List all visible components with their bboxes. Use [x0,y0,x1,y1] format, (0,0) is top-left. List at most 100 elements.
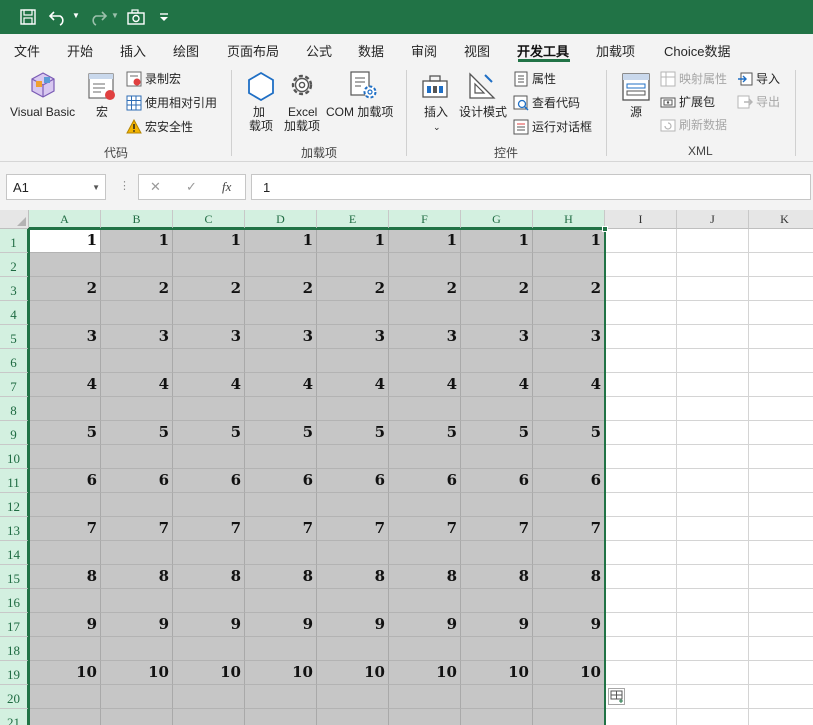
cell-c5[interactable]: 3 [173,325,245,349]
cell-j17[interactable] [677,613,749,637]
cell-a10[interactable] [29,445,101,469]
column-header-k[interactable]: K [749,210,813,229]
customize-toolbar-icon[interactable] [152,5,176,29]
row-header-12[interactable]: 12 [0,493,29,517]
cell-g6[interactable] [461,349,533,373]
cell-k11[interactable] [749,469,813,493]
cell-j7[interactable] [677,373,749,397]
row-header-1[interactable]: 1 [0,229,29,253]
cell-a14[interactable] [29,541,101,565]
cell-f13[interactable]: 7 [389,517,461,541]
cell-f16[interactable] [389,589,461,613]
cell-i1[interactable] [605,229,677,253]
tab-draw[interactable]: 绘图 [173,41,199,60]
cell-j4[interactable] [677,301,749,325]
column-header-d[interactable]: D [245,210,317,229]
cell-d11[interactable]: 6 [245,469,317,493]
cell-h5[interactable]: 3 [533,325,605,349]
cell-h20[interactable] [533,685,605,709]
cell-i2[interactable] [605,253,677,277]
row-header-17[interactable]: 17 [0,613,29,637]
more-options-icon[interactable]: ⋮ [119,179,130,192]
row-header-13[interactable]: 13 [0,517,29,541]
cell-e17[interactable]: 9 [317,613,389,637]
cell-h21[interactable] [533,709,605,725]
cell-g16[interactable] [461,589,533,613]
cell-f20[interactable] [389,685,461,709]
cell-d10[interactable] [245,445,317,469]
tab-view[interactable]: 视图 [464,41,490,60]
cell-h16[interactable] [533,589,605,613]
cell-e1[interactable]: 1 [317,229,389,253]
cell-a6[interactable] [29,349,101,373]
cell-f18[interactable] [389,637,461,661]
cell-k4[interactable] [749,301,813,325]
cell-j16[interactable] [677,589,749,613]
cell-a7[interactable]: 4 [29,373,101,397]
cell-f3[interactable]: 2 [389,277,461,301]
row-header-11[interactable]: 11 [0,469,29,493]
cell-f11[interactable]: 6 [389,469,461,493]
cell-e11[interactable]: 6 [317,469,389,493]
cell-c12[interactable] [173,493,245,517]
cell-a19[interactable]: 10 [29,661,101,685]
cell-g21[interactable] [461,709,533,725]
cell-i6[interactable] [605,349,677,373]
column-header-i[interactable]: I [605,210,677,229]
cell-f2[interactable] [389,253,461,277]
tab-page-layout[interactable]: 页面布局 [227,41,279,60]
cell-h10[interactable] [533,445,605,469]
cell-k17[interactable] [749,613,813,637]
cell-b4[interactable] [101,301,173,325]
cell-h1[interactable]: 1 [533,229,605,253]
cell-k6[interactable] [749,349,813,373]
cell-e19[interactable]: 10 [317,661,389,685]
cell-c14[interactable] [173,541,245,565]
cell-g12[interactable] [461,493,533,517]
cell-a21[interactable] [29,709,101,725]
cell-a16[interactable] [29,589,101,613]
cell-g9[interactable]: 5 [461,421,533,445]
cell-a13[interactable]: 7 [29,517,101,541]
cell-k15[interactable] [749,565,813,589]
cell-k12[interactable] [749,493,813,517]
cell-a2[interactable] [29,253,101,277]
cell-d2[interactable] [245,253,317,277]
cell-k10[interactable] [749,445,813,469]
cell-a9[interactable]: 5 [29,421,101,445]
cell-j15[interactable] [677,565,749,589]
cell-f21[interactable] [389,709,461,725]
cell-c17[interactable]: 9 [173,613,245,637]
cell-f19[interactable]: 10 [389,661,461,685]
cell-j3[interactable] [677,277,749,301]
row-header-19[interactable]: 19 [0,661,29,685]
cell-k5[interactable] [749,325,813,349]
cell-i5[interactable] [605,325,677,349]
row-header-4[interactable]: 4 [0,301,29,325]
cell-b20[interactable] [101,685,173,709]
cell-c16[interactable] [173,589,245,613]
cell-b8[interactable] [101,397,173,421]
cell-i11[interactable] [605,469,677,493]
cell-a4[interactable] [29,301,101,325]
cell-c10[interactable] [173,445,245,469]
cell-h3[interactable]: 2 [533,277,605,301]
cell-e5[interactable]: 3 [317,325,389,349]
cell-k2[interactable] [749,253,813,277]
cell-e18[interactable] [317,637,389,661]
row-header-6[interactable]: 6 [0,349,29,373]
cell-b21[interactable] [101,709,173,725]
tab-formulas[interactable]: 公式 [306,41,332,60]
cell-b1[interactable]: 1 [101,229,173,253]
cell-e16[interactable] [317,589,389,613]
row-header-5[interactable]: 5 [0,325,29,349]
cell-k3[interactable] [749,277,813,301]
cell-h6[interactable] [533,349,605,373]
cell-d21[interactable] [245,709,317,725]
cell-h15[interactable]: 8 [533,565,605,589]
cell-d16[interactable] [245,589,317,613]
cell-k18[interactable] [749,637,813,661]
cell-b12[interactable] [101,493,173,517]
save-icon[interactable] [16,5,40,29]
cell-k7[interactable] [749,373,813,397]
